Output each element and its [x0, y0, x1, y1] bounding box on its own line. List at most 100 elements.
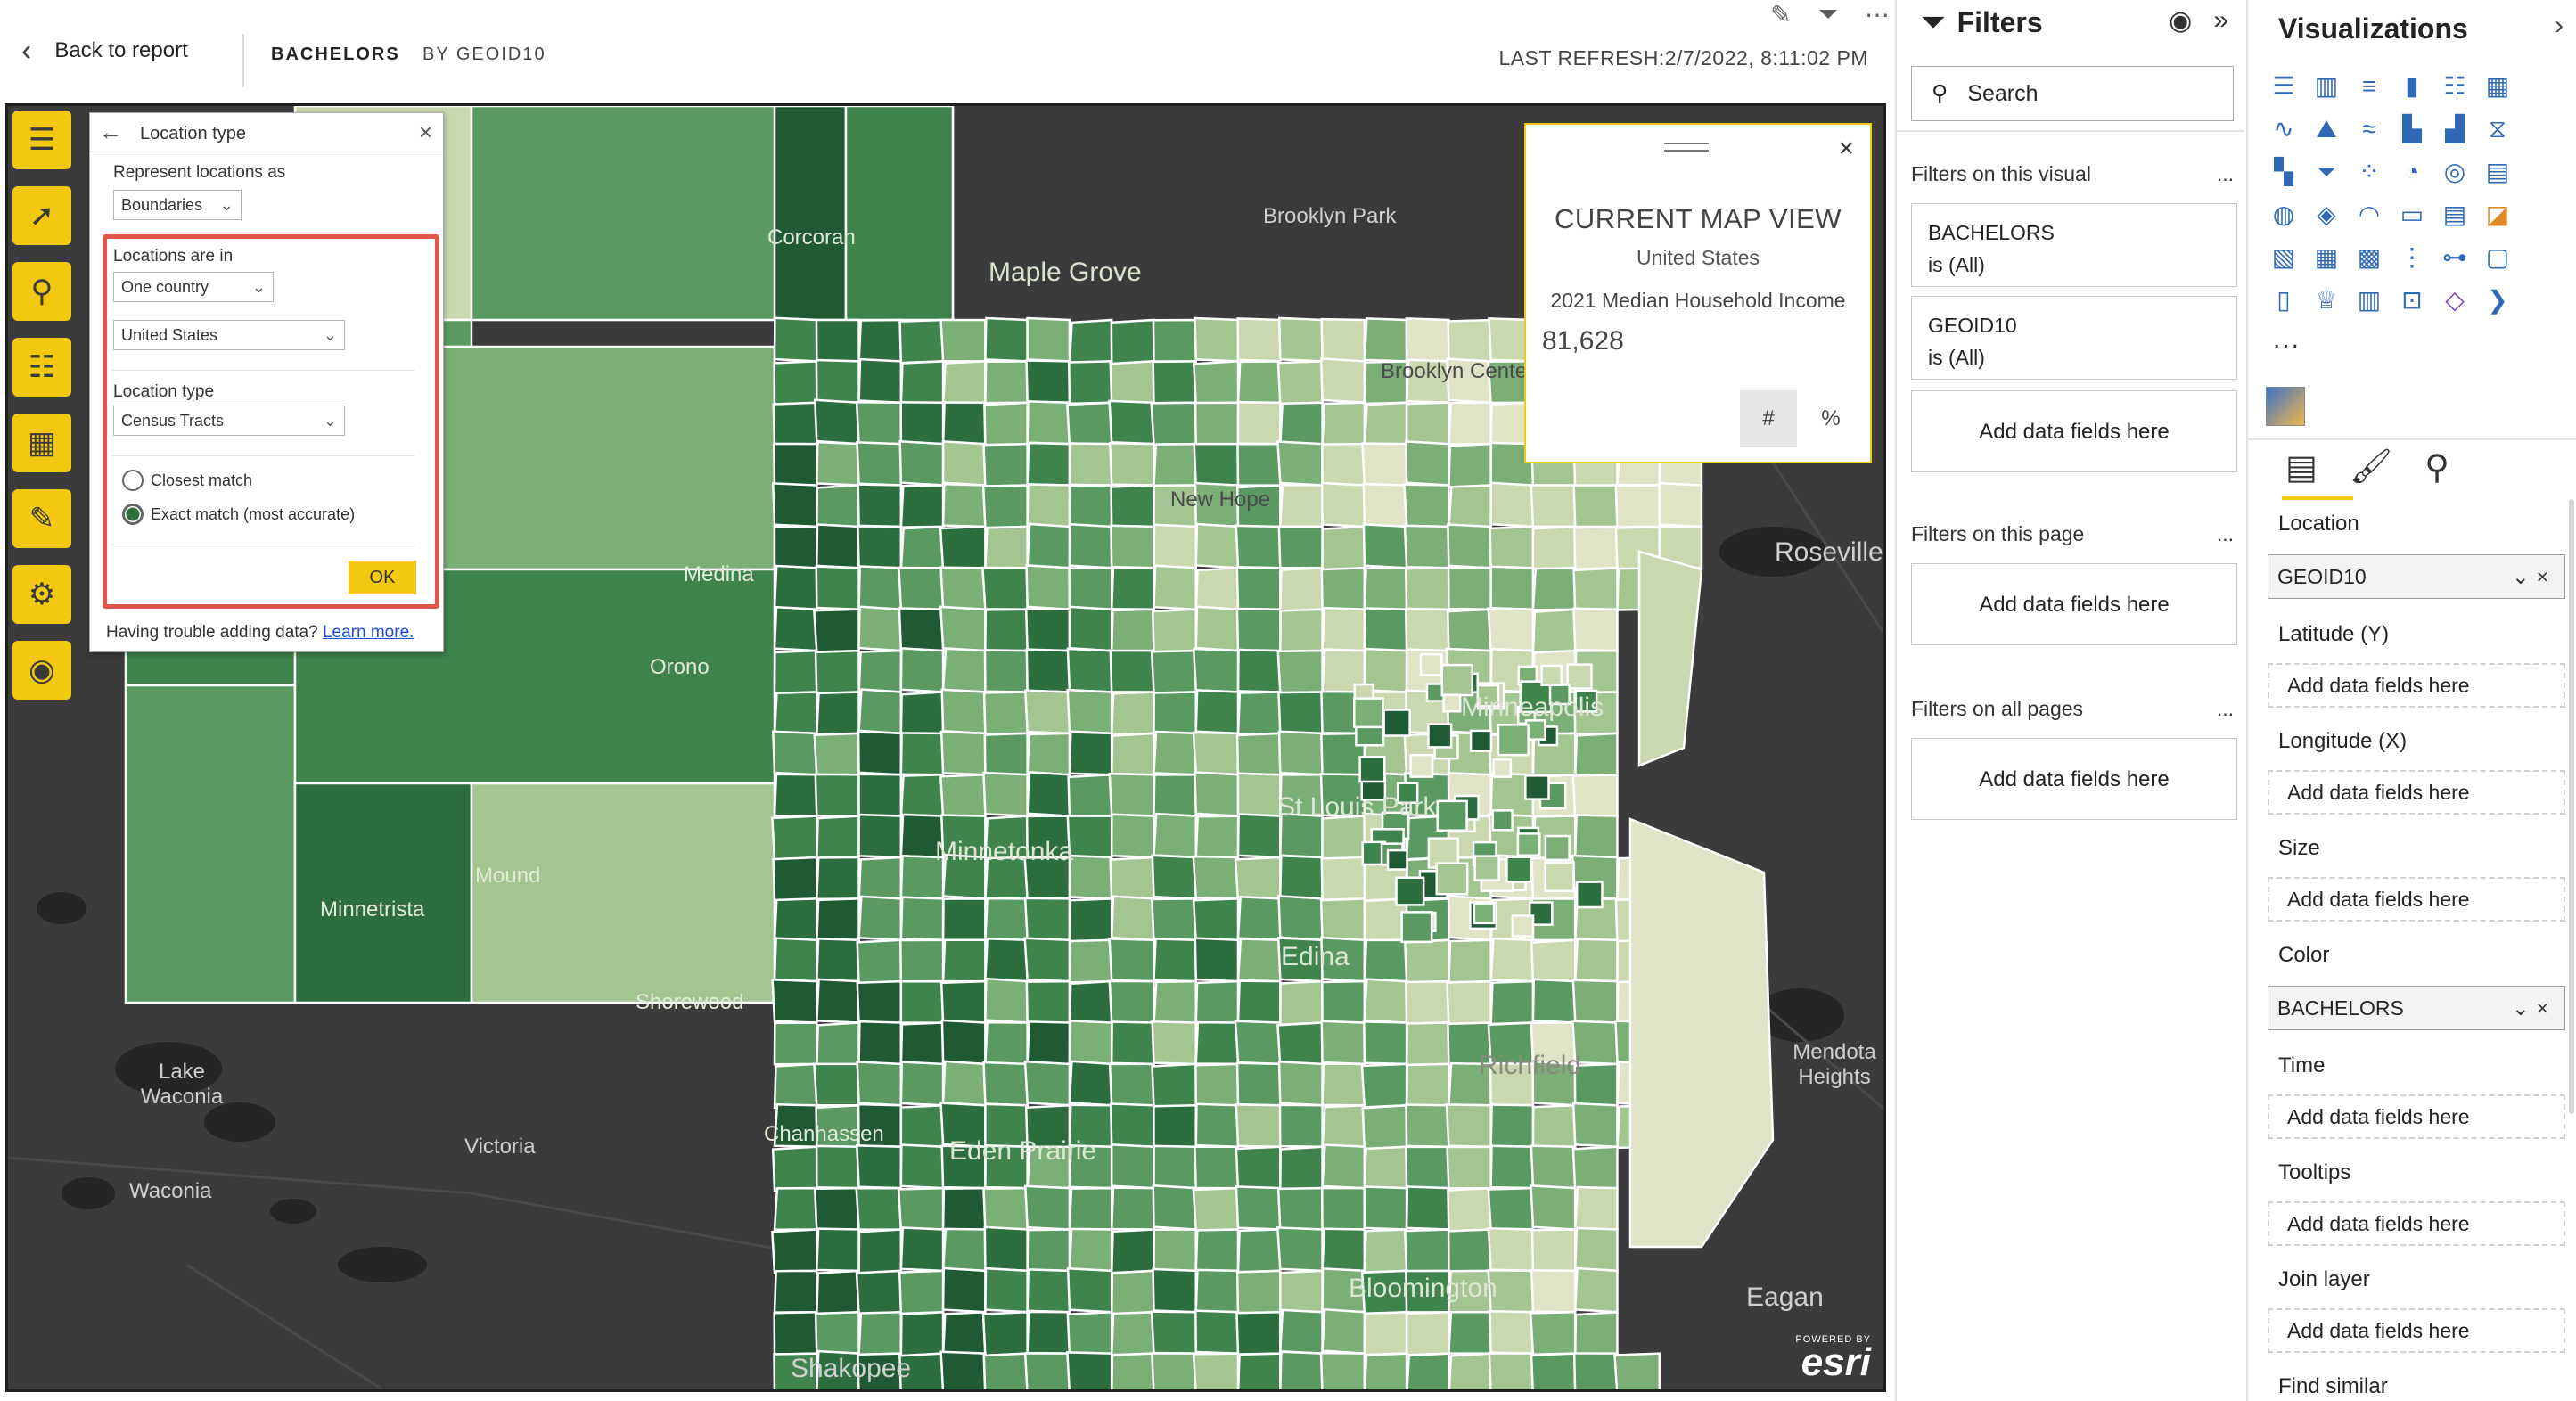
country-select[interactable]: United States ⌄	[113, 320, 345, 350]
census-tract[interactable]	[1068, 484, 1113, 528]
census-tract[interactable]	[1026, 1228, 1071, 1273]
smart-narrative-icon[interactable]: ▯	[2266, 283, 2301, 317]
census-tract[interactable]	[857, 1228, 903, 1274]
map-icon[interactable]: ◍	[2266, 198, 2301, 232]
census-tract[interactable]	[899, 1103, 945, 1151]
census-tract[interactable]	[1110, 524, 1155, 569]
scatter-chart-icon[interactable]: ⁘	[2351, 155, 2387, 189]
census-tract[interactable]	[1278, 1308, 1324, 1355]
census-tract[interactable]	[1319, 357, 1366, 405]
visual-filter-dropzone[interactable]: Add data fields here	[1911, 390, 2237, 472]
census-tract[interactable]	[1614, 484, 1661, 528]
census-tract[interactable]	[1516, 832, 1541, 857]
census-tract[interactable]	[1572, 607, 1619, 652]
census-tract[interactable]	[1194, 937, 1240, 983]
100-stacked-column-icon[interactable]: ▦	[2480, 70, 2515, 103]
census-tract[interactable]	[983, 1225, 1029, 1273]
census-tract[interactable]	[1194, 689, 1240, 735]
filter-card-geoid10[interactable]: GEOID10 is (All)	[1911, 296, 2237, 380]
census-tract[interactable]	[1419, 652, 1443, 676]
census-tract[interactable]	[1192, 731, 1240, 776]
census-tract[interactable]	[1363, 317, 1408, 363]
gauge-icon[interactable]: ◠	[2351, 198, 2387, 232]
census-tract[interactable]	[1544, 861, 1575, 892]
census-tract[interactable]	[984, 1266, 1029, 1314]
census-tract[interactable]	[1279, 1145, 1324, 1192]
census-tract[interactable]	[1321, 401, 1366, 447]
funnel-icon[interactable]: ⏷	[2309, 155, 2344, 189]
census-tract[interactable]	[813, 1186, 860, 1232]
census-tract[interactable]	[1066, 647, 1113, 693]
eye-icon[interactable]: ◉	[2169, 5, 2192, 37]
census-tract[interactable]	[855, 1186, 903, 1231]
census-tract[interactable]	[1573, 938, 1619, 983]
census-tract[interactable]	[1363, 938, 1408, 983]
census-tract[interactable]	[1153, 523, 1197, 569]
layers-icon[interactable]: ☷	[12, 338, 71, 397]
census-tract[interactable]	[1405, 1021, 1450, 1067]
census-tract[interactable]	[773, 897, 818, 943]
census-tract[interactable]	[899, 1021, 945, 1068]
fields-tab-icon[interactable]: ▤	[2285, 447, 2318, 487]
census-tract[interactable]	[815, 978, 860, 1024]
census-tract[interactable]	[1023, 1184, 1071, 1231]
census-tract[interactable]	[1108, 1062, 1155, 1107]
census-tract[interactable]	[813, 608, 860, 653]
census-tract[interactable]	[1025, 359, 1071, 405]
census-tract[interactable]	[1110, 484, 1155, 530]
census-tract[interactable]	[1194, 522, 1240, 569]
census-tract[interactable]	[1194, 1102, 1240, 1148]
census-tract[interactable]	[1489, 1309, 1535, 1355]
census-tract[interactable]	[1066, 688, 1113, 735]
census-tract[interactable]	[773, 316, 818, 363]
census-tract[interactable]	[1279, 979, 1324, 1027]
census-tract[interactable]	[1321, 525, 1366, 572]
census-tract[interactable]	[1358, 756, 1386, 783]
census-tract[interactable]	[1277, 525, 1324, 569]
all-pages-filter-dropzone[interactable]: Add data fields here	[1911, 738, 2237, 820]
census-tract[interactable]	[1068, 442, 1113, 487]
census-tract[interactable]	[941, 360, 987, 406]
census-tract[interactable]	[773, 360, 818, 406]
census-tract[interactable]	[1320, 317, 1366, 363]
census-tract[interactable]	[856, 979, 903, 1026]
census-tract[interactable]	[1446, 979, 1492, 1026]
census-tract[interactable]	[1066, 1351, 1113, 1392]
census-tract[interactable]	[1066, 1310, 1113, 1357]
census-tract[interactable]	[899, 773, 945, 819]
census-tract[interactable]	[1153, 730, 1197, 776]
census-tract[interactable]	[899, 360, 945, 406]
census-tract[interactable]	[815, 897, 860, 943]
multi-row-card-icon[interactable]: ▤	[2437, 198, 2473, 232]
census-tract[interactable]	[1530, 1352, 1577, 1392]
census-tract[interactable]	[941, 647, 987, 693]
census-tract[interactable]	[857, 318, 903, 364]
census-tract[interactable]	[1489, 1103, 1535, 1148]
census-tract[interactable]	[1544, 834, 1571, 862]
census-tract[interactable]	[1448, 484, 1492, 530]
census-tract[interactable]	[1235, 1061, 1282, 1107]
line-chart-icon[interactable]: ∿	[2266, 112, 2301, 146]
census-tract[interactable]	[1026, 1020, 1071, 1066]
census-tract[interactable]	[1234, 856, 1282, 903]
census-tract[interactable]	[815, 1227, 860, 1273]
census-tract[interactable]	[1026, 483, 1071, 528]
census-tract[interactable]	[1235, 1145, 1282, 1192]
census-tract[interactable]	[1487, 1186, 1535, 1233]
analysis-icon[interactable]: ✎	[12, 489, 71, 548]
census-tract[interactable]	[1192, 1352, 1240, 1392]
census-tract[interactable]	[1279, 608, 1324, 653]
census-tract[interactable]	[1068, 522, 1113, 569]
represent-select[interactable]: Boundaries ⌄	[113, 190, 242, 220]
census-tract[interactable]	[1023, 897, 1071, 942]
field-actions-icon[interactable]: ⌄×	[2512, 555, 2564, 598]
census-tract[interactable]	[1505, 856, 1533, 883]
ok-button[interactable]: OK	[349, 561, 416, 594]
census-tract[interactable]	[984, 608, 1029, 653]
census-tract[interactable]	[898, 318, 945, 365]
census-tract[interactable]	[1278, 1269, 1324, 1315]
census-tract[interactable]	[1363, 978, 1408, 1024]
census-tract[interactable]	[982, 1352, 1029, 1392]
census-tract[interactable]	[1192, 360, 1240, 407]
census-tract[interactable]	[1236, 938, 1282, 983]
